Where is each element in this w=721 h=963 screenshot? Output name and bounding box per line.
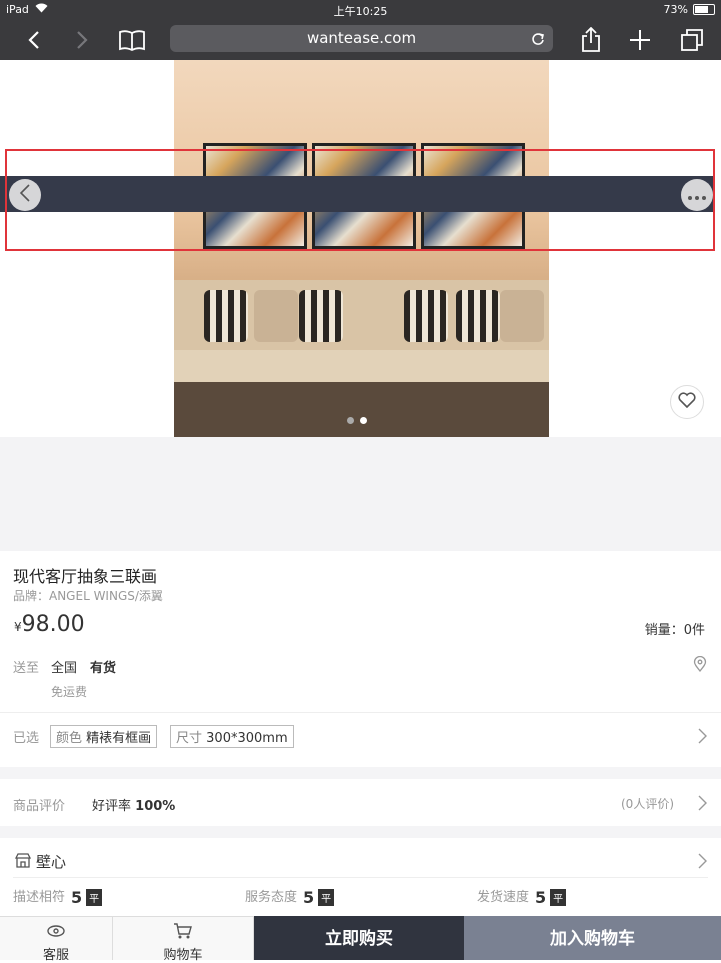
location-pin-icon[interactable] xyxy=(693,655,707,676)
buy-now-button[interactable]: 立即购买 xyxy=(254,916,464,960)
shop-icon xyxy=(14,853,32,872)
headset-icon xyxy=(0,922,112,940)
bottom-action-bar: 客服 购物车 立即购买 加入购物车 xyxy=(0,916,721,963)
rating-label: 服务态度 xyxy=(245,890,298,905)
shop-rating: 服务态度 5 平 xyxy=(245,886,335,907)
size-value: 300*300mm xyxy=(206,731,288,746)
rating-score: 5 xyxy=(535,888,547,907)
rating-badge: 平 xyxy=(550,889,567,906)
review-count[interactable]: (0人评价) xyxy=(621,795,674,812)
rating-label: 描述相符 xyxy=(13,890,66,905)
reload-icon[interactable] xyxy=(531,25,545,61)
share-icon[interactable] xyxy=(577,26,605,54)
selection-label: 已选 xyxy=(13,731,40,746)
rating-badge: 平 xyxy=(86,889,103,906)
positive-rate-label: 好评率 xyxy=(92,799,132,814)
shipping-region[interactable]: 全国 xyxy=(51,657,77,676)
reviews-label: 商品评价 xyxy=(13,799,66,814)
sales-count: 销量：0件 xyxy=(644,623,705,638)
positive-rate-value: 100% xyxy=(135,799,176,814)
gallery-pagination xyxy=(347,417,367,424)
color-key: 颜色 xyxy=(56,731,83,746)
browser-toolbar: wantease.com xyxy=(0,20,721,60)
battery-percent: 73% xyxy=(663,3,688,16)
add-to-cart-button[interactable]: 加入购物车 xyxy=(464,916,721,960)
shipping-label: 送至 xyxy=(13,661,40,676)
shop-rating: 发货速度 5 平 xyxy=(477,886,567,907)
service-label: 客服 xyxy=(42,948,69,963)
status-bar: iPad 上午10:25 73% xyxy=(0,0,721,20)
currency-symbol: ¥ xyxy=(14,620,22,634)
shop-rating: 描述相符 5 平 xyxy=(13,886,103,907)
positive-rate: 好评率 100% xyxy=(92,795,175,814)
product-brand: 品牌：ANGEL WINGS/添翼 xyxy=(13,589,163,603)
rating-score: 5 xyxy=(71,888,83,907)
new-tab-icon[interactable] xyxy=(626,26,654,54)
rating-badge: 平 xyxy=(318,889,335,906)
url-text: wantease.com xyxy=(306,29,417,47)
color-value: 精裱有框画 xyxy=(86,731,152,746)
cart-link-button[interactable]: 购物车 xyxy=(113,916,254,963)
rating-score: 5 xyxy=(303,888,315,907)
divider xyxy=(0,712,721,713)
section-separator xyxy=(0,826,721,838)
cart-label: 购物车 xyxy=(163,948,203,963)
section-separator xyxy=(0,767,721,779)
back-icon[interactable] xyxy=(20,26,48,54)
product-title: 现代客厅抽象三联画 xyxy=(13,567,158,586)
service-button[interactable]: 客服 xyxy=(0,916,113,963)
chevron-right-icon[interactable] xyxy=(697,853,707,869)
size-option-tag[interactable]: 尺寸 300*300mm xyxy=(170,725,294,748)
chevron-right-icon[interactable] xyxy=(697,728,707,744)
pagination-dot-active[interactable] xyxy=(360,417,367,424)
heart-icon xyxy=(678,392,696,412)
price-value: 98.00 xyxy=(21,612,85,637)
size-key: 尺寸 xyxy=(176,731,203,746)
image-placeholder-band xyxy=(0,437,721,551)
bookmarks-icon[interactable] xyxy=(118,26,146,54)
battery-icon xyxy=(693,4,715,15)
shop-name[interactable]: 壁心 xyxy=(36,851,66,872)
color-option-tag[interactable]: 颜色 精裱有框画 xyxy=(50,725,158,748)
pagination-dot[interactable] xyxy=(347,417,354,424)
shipping-fee: 免运费 xyxy=(51,685,88,699)
rating-label: 发货速度 xyxy=(477,890,530,905)
divider xyxy=(13,877,708,878)
status-time: 上午10:25 xyxy=(333,5,388,18)
address-bar[interactable]: wantease.com xyxy=(170,25,553,52)
stock-status: 有货 xyxy=(90,661,117,676)
chevron-right-icon[interactable] xyxy=(697,795,707,811)
tabs-icon[interactable] xyxy=(678,26,706,54)
product-price: ¥98.00 xyxy=(14,612,85,637)
cart-icon xyxy=(113,922,253,940)
forward-icon[interactable] xyxy=(68,26,96,54)
highlight-box xyxy=(5,149,715,251)
favorite-button[interactable] xyxy=(670,385,704,419)
